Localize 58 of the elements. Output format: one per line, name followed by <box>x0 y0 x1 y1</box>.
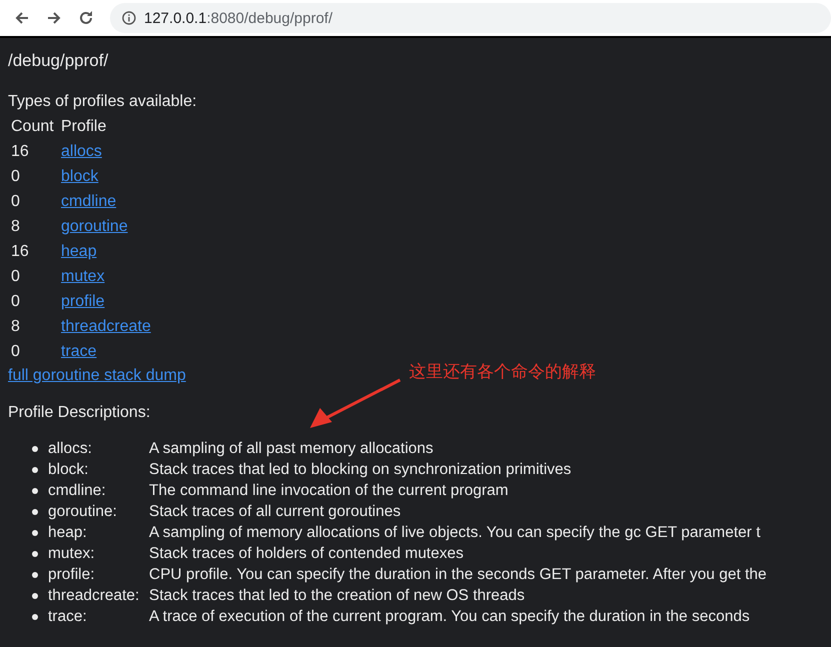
profile-name: heap: <box>48 524 88 542</box>
address-bar[interactable]: 127.0.0.1:8080/debug/pprof/ <box>110 3 831 33</box>
bullet-icon <box>32 592 38 598</box>
count-cell-text: 0 <box>11 167 21 187</box>
profile-description: Stack traces of holders of contended mutexes <box>149 544 464 562</box>
profile-description: A sampling of all past memory allocations <box>149 440 434 458</box>
forward-icon[interactable] <box>46 10 62 26</box>
count-cell-text: 0 <box>11 292 21 312</box>
profile-name: trace: <box>48 608 88 626</box>
profile-link[interactable]: cmdline <box>61 193 116 210</box>
bullet-icon <box>32 530 38 536</box>
bullet-icon <box>32 508 38 514</box>
annotation-text: 这里还有各个命令的解释 <box>409 361 596 383</box>
stack-dump-link[interactable]: full goroutine stack dump <box>8 364 186 388</box>
column-header: Count <box>11 117 55 137</box>
profile-description: The command line invocation of the current program <box>149 482 508 500</box>
profile-link[interactable]: allocs <box>61 143 102 160</box>
profile-link[interactable]: threadcreate <box>61 318 151 335</box>
page-heading: /debug/pprof/ <box>8 50 110 72</box>
profile-link[interactable]: heap <box>61 243 97 260</box>
profile-name: block: <box>48 460 90 478</box>
url-text: 127.0.0.1:8080/debug/pprof/ <box>144 10 333 26</box>
bullet-icon <box>32 572 38 578</box>
count-cell-text: 0 <box>11 267 21 287</box>
reload-icon[interactable] <box>78 10 94 26</box>
section-title: Profile Descriptions: <box>8 403 152 423</box>
profile-name: goroutine: <box>48 502 118 520</box>
bullet-icon <box>32 488 38 494</box>
profile-link[interactable]: trace <box>61 343 97 360</box>
bullet-icon <box>32 446 38 452</box>
profile-description: CPU profile. You can specify the duration in the seconds GET parameter. After you get the <box>149 566 766 584</box>
profile-name: mutex: <box>48 544 96 562</box>
count-cell-text: 8 <box>11 317 21 337</box>
profile-name: profile: <box>48 566 96 584</box>
count-cell-text: 16 <box>11 142 30 162</box>
bullet-icon <box>32 466 38 472</box>
profile-link[interactable]: goroutine <box>61 218 128 235</box>
profile-description: Stack traces of all current goroutines <box>149 502 401 520</box>
profile-link[interactable]: mutex <box>61 268 105 285</box>
profile-name: cmdline: <box>48 482 107 500</box>
count-cell-text: 0 <box>11 192 21 212</box>
bullet-icon <box>32 614 38 620</box>
bullet-icon <box>32 550 38 556</box>
count-cell-text: 0 <box>11 342 21 362</box>
count-cell-text: 16 <box>11 242 30 262</box>
intro-text: Types of profiles available: <box>8 92 198 112</box>
profile-description: A sampling of memory allocations of live objects. You can specify the gc GET parameter t <box>149 524 760 542</box>
profile-link[interactable]: block <box>61 168 98 185</box>
profile-description: A trace of execution of the current program. You can specify the duration in the seconds <box>149 608 750 626</box>
back-icon[interactable] <box>14 10 30 26</box>
profile-name: threadcreate: <box>48 586 140 604</box>
profile-description: Stack traces that led to the creation of new OS threads <box>149 586 525 604</box>
profile-link[interactable]: profile <box>61 293 105 310</box>
count-cell-text: 8 <box>11 217 21 237</box>
profile-name: allocs: <box>48 440 93 458</box>
column-header: Profile <box>61 117 108 137</box>
info-icon[interactable] <box>122 11 136 25</box>
profile-description: Stack traces that led to blocking on synchronization primitives <box>149 460 572 478</box>
